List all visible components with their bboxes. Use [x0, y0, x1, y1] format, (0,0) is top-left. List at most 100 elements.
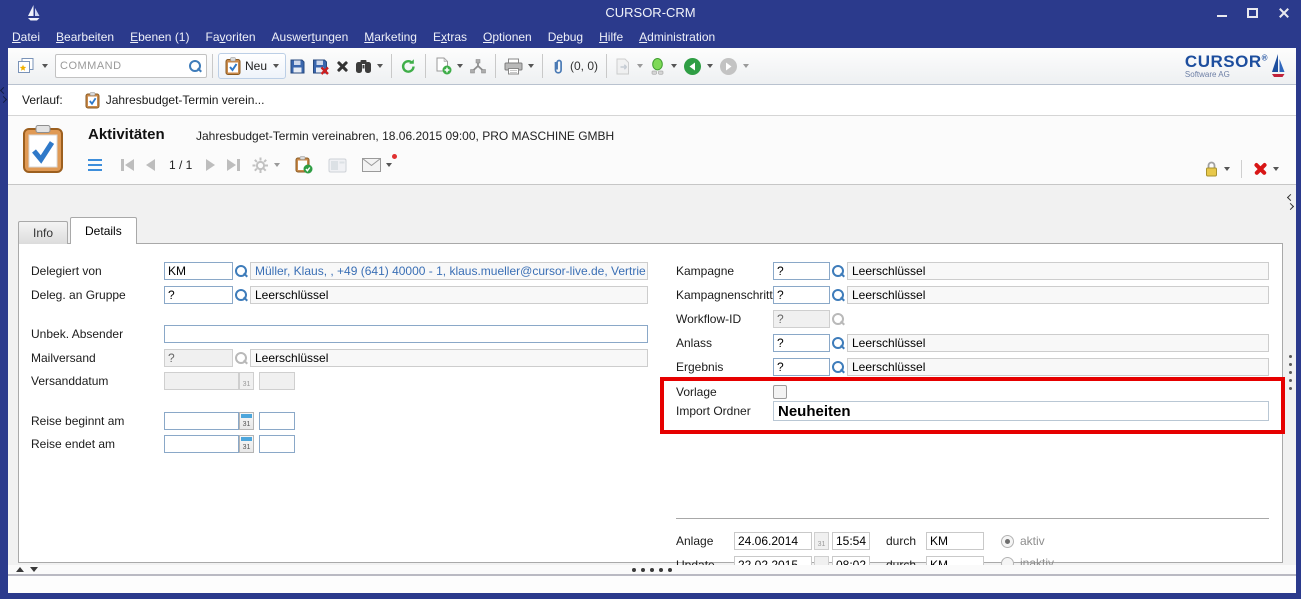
anlass-key-input[interactable]	[773, 334, 830, 352]
tab-info[interactable]: Info	[18, 221, 68, 244]
magnifier-icon	[832, 265, 845, 278]
last-record-icon	[227, 159, 236, 171]
complete-activity-button[interactable]	[292, 154, 316, 176]
search-records-button[interactable]	[352, 57, 386, 76]
tab-details[interactable]: Details	[70, 217, 137, 244]
window-title: CURSOR-CRM	[0, 5, 1301, 20]
kampagnenschritt-key-input[interactable]	[773, 286, 830, 304]
reise-beginnt-date-input[interactable]	[164, 412, 239, 430]
anlage-user-input[interactable]	[926, 532, 984, 550]
vorlage-checkbox[interactable]	[773, 385, 787, 399]
bottom-splitter[interactable]	[8, 565, 1296, 576]
row-import-ordner: Import Ordner	[676, 401, 1269, 421]
menu-extras[interactable]: Extras	[425, 26, 475, 48]
anlage-time-input[interactable]	[832, 532, 870, 550]
menu-marketing[interactable]: Marketing	[356, 26, 425, 48]
delete-button[interactable]	[333, 58, 352, 75]
row-versanddatum: Versanddatum 31	[31, 372, 648, 390]
right-panel-collapse-handle[interactable]	[1288, 195, 1293, 209]
send-mail-button[interactable]	[359, 156, 395, 174]
history-item[interactable]: Jahresbudget-Termin verein...	[85, 92, 265, 109]
reise-beginnt-label: Reise beginnt am	[31, 414, 164, 428]
menu-favoriten[interactable]: Favoriten	[197, 26, 263, 48]
presence-button[interactable]	[646, 56, 680, 77]
delegiert-von-lookup-button[interactable]	[233, 265, 250, 278]
neu-button[interactable]: Neu	[218, 53, 286, 79]
delegiert-von-label: Delegiert von	[31, 264, 164, 278]
attachments-button[interactable]: (0, 0)	[548, 56, 601, 77]
chevron-right-icon	[1287, 203, 1294, 210]
dropdown-caret-icon	[377, 64, 383, 68]
print-button[interactable]	[501, 56, 537, 77]
record-menu-button[interactable]	[86, 157, 104, 174]
anlass-lookup-button[interactable]	[830, 337, 847, 350]
menu-auswertungen[interactable]: Auswertungen	[264, 26, 357, 48]
lock-record-button[interactable]	[1201, 158, 1233, 179]
magnifier-icon	[832, 289, 845, 302]
deleg-an-gruppe-lookup-button[interactable]	[233, 289, 250, 302]
save-discard-button[interactable]	[309, 56, 333, 77]
anlage-durch-label: durch	[886, 534, 926, 548]
menu-optionen[interactable]: Optionen	[475, 26, 540, 48]
menu-ebenen[interactable]: Ebenen (1)	[122, 26, 197, 48]
anlage-date-input[interactable]	[734, 532, 812, 550]
navigate-back-button[interactable]	[680, 55, 716, 78]
merge-records-button[interactable]	[466, 57, 490, 76]
menu-hilfe[interactable]: Hilfe	[591, 26, 631, 48]
new-document-button[interactable]	[431, 55, 466, 77]
menu-datei[interactable]: Datei	[4, 26, 48, 48]
app-sailboat-icon	[26, 3, 41, 28]
paperclip-icon	[551, 58, 565, 75]
forward-icon	[719, 57, 738, 76]
reise-endet-time-input[interactable]	[259, 435, 295, 453]
ergebnis-key-input[interactable]	[773, 358, 830, 376]
gear-icon	[252, 157, 269, 174]
menu-bearbeiten[interactable]: Bearbeiten	[48, 26, 122, 48]
reise-beginnt-time-input[interactable]	[259, 412, 295, 430]
row-workflow-id: Workflow-ID	[676, 310, 1269, 328]
dropdown-caret-icon	[528, 64, 534, 68]
vorlage-label: Vorlage	[676, 385, 773, 399]
versanddatum-time-input	[259, 372, 295, 390]
reise-endet-date-input[interactable]	[164, 435, 239, 453]
save-button[interactable]	[286, 56, 309, 77]
kampagnenschritt-lookup-button[interactable]	[830, 289, 847, 302]
save-icon	[289, 58, 306, 75]
reise-endet-label: Reise endet am	[31, 437, 164, 451]
row-kampagnenschritt: Kampagnenschritt Leerschlüssel	[676, 286, 1269, 304]
record-pager: 1 / 1	[169, 158, 192, 172]
history-bar: Verlauf: Jahresbudget-Termin verein...	[8, 85, 1296, 116]
history-item-label: Jahresbudget-Termin verein...	[106, 93, 265, 107]
unbek-absender-input[interactable]	[164, 325, 648, 343]
delegiert-von-key-input[interactable]	[164, 262, 233, 280]
kampagne-key-input[interactable]	[773, 262, 830, 280]
left-panel-collapse-handle[interactable]	[1, 88, 6, 102]
delete-record-button[interactable]	[1250, 159, 1282, 178]
minimize-button[interactable]	[1214, 6, 1229, 19]
export-icon	[615, 58, 632, 75]
command-input[interactable]	[60, 60, 189, 72]
row-mailversand: Mailversand Leerschlüssel	[31, 349, 648, 367]
import-ordner-input[interactable]	[773, 401, 1269, 421]
close-button[interactable]	[1276, 6, 1291, 19]
deleg-an-gruppe-key-input[interactable]	[164, 286, 233, 304]
menu-debug[interactable]: Debug	[540, 26, 591, 48]
delete-x-icon	[336, 60, 349, 73]
kampagne-lookup-button[interactable]	[830, 265, 847, 278]
tab-strip: Info Details	[18, 217, 137, 244]
calendar-button[interactable]: 31	[239, 435, 254, 453]
search-icon[interactable]	[189, 60, 202, 73]
aktiv-label: aktiv	[1020, 534, 1045, 548]
deleg-an-gruppe-label: Deleg. an Gruppe	[31, 288, 164, 302]
dropdown-caret-icon	[1273, 167, 1279, 171]
calendar-button[interactable]: 31	[239, 412, 254, 430]
maximize-button[interactable]	[1245, 6, 1260, 19]
new-window-favorite-button[interactable]	[14, 55, 51, 77]
ergebnis-lookup-button[interactable]	[830, 361, 847, 374]
deleg-an-gruppe-description: Leerschlüssel	[250, 286, 648, 304]
menu-administration[interactable]: Administration	[631, 26, 723, 48]
refresh-button[interactable]	[397, 56, 420, 77]
vertical-splitter-handle[interactable]	[1289, 355, 1292, 390]
splitter-grip-dots	[8, 568, 1296, 572]
kampagne-label: Kampagne	[676, 264, 773, 278]
